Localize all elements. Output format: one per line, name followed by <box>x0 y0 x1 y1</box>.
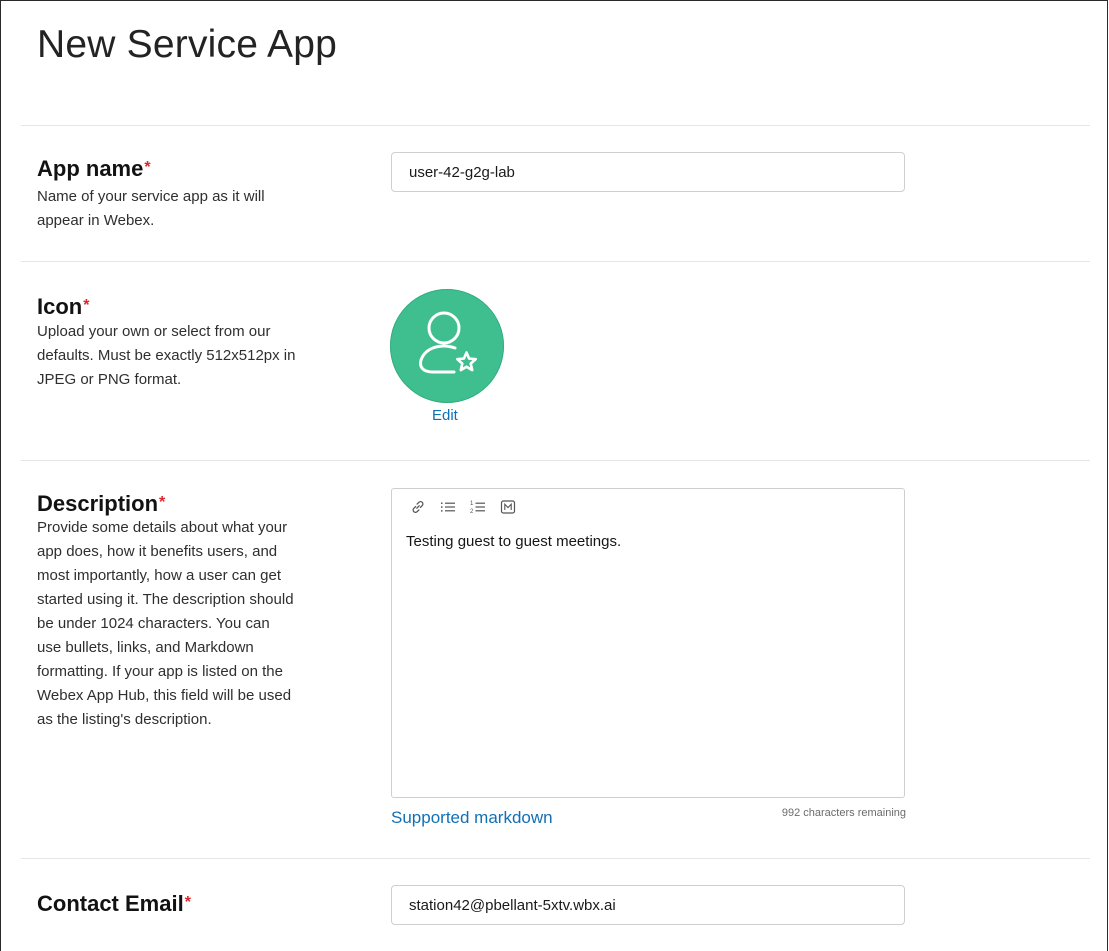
new-service-app-form: New Service App App name* Name of your s… <box>0 0 1108 951</box>
contact-email-input[interactable] <box>391 885 905 925</box>
editor-toolbar: 12 <box>409 498 517 516</box>
characters-remaining: 992 characters remaining <box>781 807 906 819</box>
required-marker: * <box>184 894 191 911</box>
app-name-label-text: App name <box>37 156 144 181</box>
icon-label-text: Icon <box>37 294 83 319</box>
app-icon-circle <box>390 289 504 403</box>
bulleted-list-icon[interactable] <box>439 498 457 516</box>
contact-email-label-text: Contact Email <box>37 891 184 916</box>
required-marker: * <box>159 494 166 511</box>
divider <box>21 261 1090 262</box>
contact-email-label: Contact Email* <box>37 891 191 917</box>
icon-label: Icon* <box>37 294 89 320</box>
description-text[interactable]: Testing guest to guest meetings. <box>406 533 621 550</box>
divider <box>21 460 1090 461</box>
svg-text:2: 2 <box>470 509 474 515</box>
app-name-input[interactable] <box>391 152 905 192</box>
svg-text:1: 1 <box>470 501 474 507</box>
link-icon[interactable] <box>409 498 427 516</box>
required-marker: * <box>144 159 151 176</box>
required-marker: * <box>83 297 90 314</box>
description-label-text: Description <box>37 491 159 516</box>
app-name-label: App name* <box>37 156 151 182</box>
supported-markdown-link[interactable]: Supported markdown <box>391 808 553 828</box>
description-label: Description* <box>37 491 165 517</box>
divider <box>21 858 1090 859</box>
divider <box>21 125 1090 126</box>
page-title: New Service App <box>37 23 337 66</box>
markdown-icon[interactable] <box>499 498 517 516</box>
icon-help: Upload your own or select from our defau… <box>37 323 296 388</box>
numbered-list-icon[interactable]: 12 <box>469 498 487 516</box>
user-gear-icon <box>419 311 477 374</box>
app-icon-preview[interactable] <box>390 289 504 403</box>
app-name-help: Name of your service app as it will appe… <box>37 188 265 229</box>
description-help: Provide some details about what your app… <box>37 519 294 728</box>
edit-icon-link[interactable]: Edit <box>432 407 458 424</box>
description-editor[interactable]: 12 Testing guest to guest meetings. <box>391 488 905 798</box>
